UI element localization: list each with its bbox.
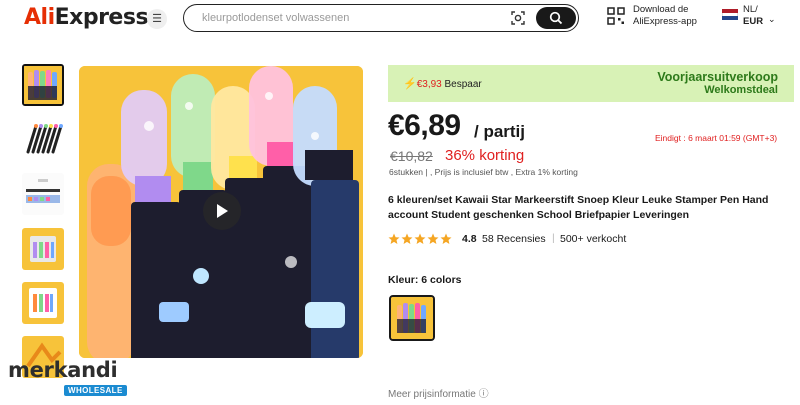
color-option-6-colors[interactable] — [389, 295, 435, 341]
language-currency-selector[interactable]: NL/ EUR ⌄ — [722, 3, 792, 33]
netherlands-flag-icon — [722, 9, 738, 21]
original-price: €10,82 — [390, 148, 433, 164]
menu-button[interactable]: ☰ — [147, 9, 167, 29]
main-product-image[interactable] — [79, 66, 363, 358]
promo-banner: ⚡€3,93 Bespaar Voorjaarsuitverkoop Welko… — [388, 65, 794, 102]
chevron-down-icon: ⌄ — [768, 14, 776, 24]
search-icon — [549, 11, 563, 25]
top-header: AliExpress ☰ Download d — [0, 0, 800, 38]
rating-separator: | — [552, 232, 555, 244]
product-page: AliExpress ☰ Download d — [0, 0, 800, 405]
color-label: Kleur: 6 colors — [388, 274, 462, 286]
thumbnail-2[interactable] — [22, 118, 64, 160]
discount-label: 36% korting — [445, 147, 525, 164]
qr-code-icon — [607, 7, 625, 25]
thumbnail-4[interactable] — [22, 228, 64, 270]
play-video-button[interactable] — [203, 192, 241, 230]
current-price: €6,89 — [388, 109, 461, 142]
product-title: 6 kleuren/set Kawaii Star Markeerstift S… — [388, 194, 769, 221]
play-icon — [217, 204, 228, 218]
search-button[interactable] — [536, 7, 576, 29]
search-input[interactable] — [202, 10, 502, 26]
camera-icon[interactable] — [510, 10, 526, 26]
sold-count: 500+ verkocht — [560, 233, 627, 245]
price-unit: / partij — [474, 122, 526, 141]
merkandi-watermark: merkandi WHOLESALE — [8, 358, 133, 400]
tax-info: 6stukken | , Prijs is inclusief btw , Ex… — [389, 167, 578, 177]
rating-stars — [388, 233, 452, 244]
reviews-link[interactable]: 58 Recensies — [482, 233, 546, 245]
menu-icon: ☰ — [152, 12, 162, 25]
language-label: NL/ — [743, 4, 758, 15]
promo-subtitle: Welkomstdeal — [704, 84, 778, 96]
search-bar — [183, 4, 579, 32]
thumbnail-5[interactable] — [22, 282, 64, 324]
currency-label: EUR — [743, 16, 764, 27]
rating-score: 4.8 — [462, 233, 477, 245]
thumbnail-3[interactable] — [22, 173, 64, 215]
download-line-1: Download de — [633, 4, 689, 15]
more-price-info-link[interactable]: Meer prijsinformatie ⓘ — [388, 385, 489, 400]
aliexpress-logo[interactable]: AliExpress — [24, 5, 149, 30]
sale-deadline: Eindigt : 6 maart 01:59 (GMT+3) — [655, 133, 778, 143]
download-line-2: AliExpress-app — [633, 16, 697, 27]
app-download-link[interactable]: Download de AliExpress-app — [607, 4, 717, 32]
thumbnail-1[interactable] — [22, 64, 64, 106]
save-amount: ⚡€3,93 Bespaar — [403, 78, 482, 90]
lightning-icon: ⚡ — [403, 78, 417, 90]
promo-title: Voorjaarsuitverkoop — [657, 70, 778, 84]
